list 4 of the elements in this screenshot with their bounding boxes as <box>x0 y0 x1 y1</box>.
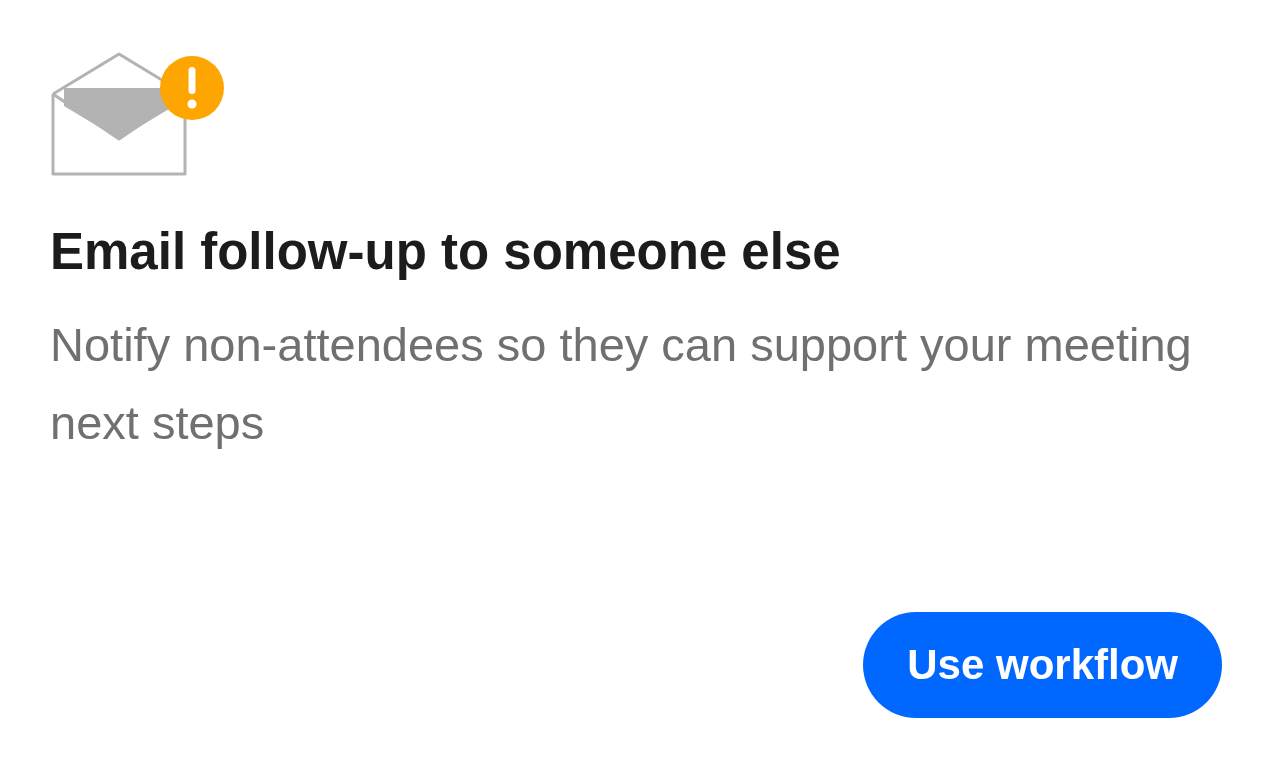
card-title: Email follow-up to someone else <box>50 222 842 282</box>
envelope-alert-icon <box>50 52 226 178</box>
card-description: Notify non-attendees so they can support your meeting next steps <box>50 317 1193 451</box>
use-workflow-button[interactable]: Use workflow <box>863 612 1222 718</box>
